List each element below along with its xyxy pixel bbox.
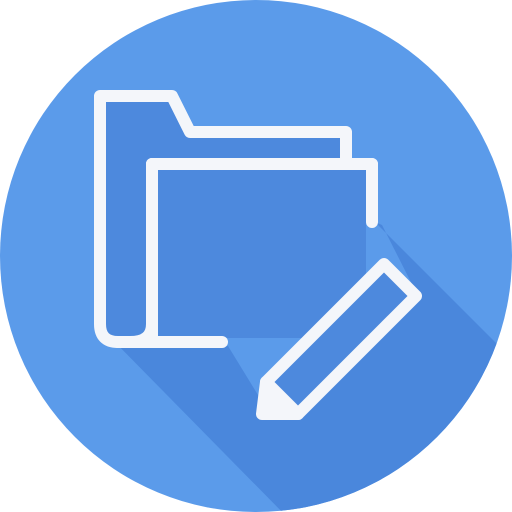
edit-folder-icon [0, 0, 512, 512]
icon-svg [0, 0, 512, 512]
